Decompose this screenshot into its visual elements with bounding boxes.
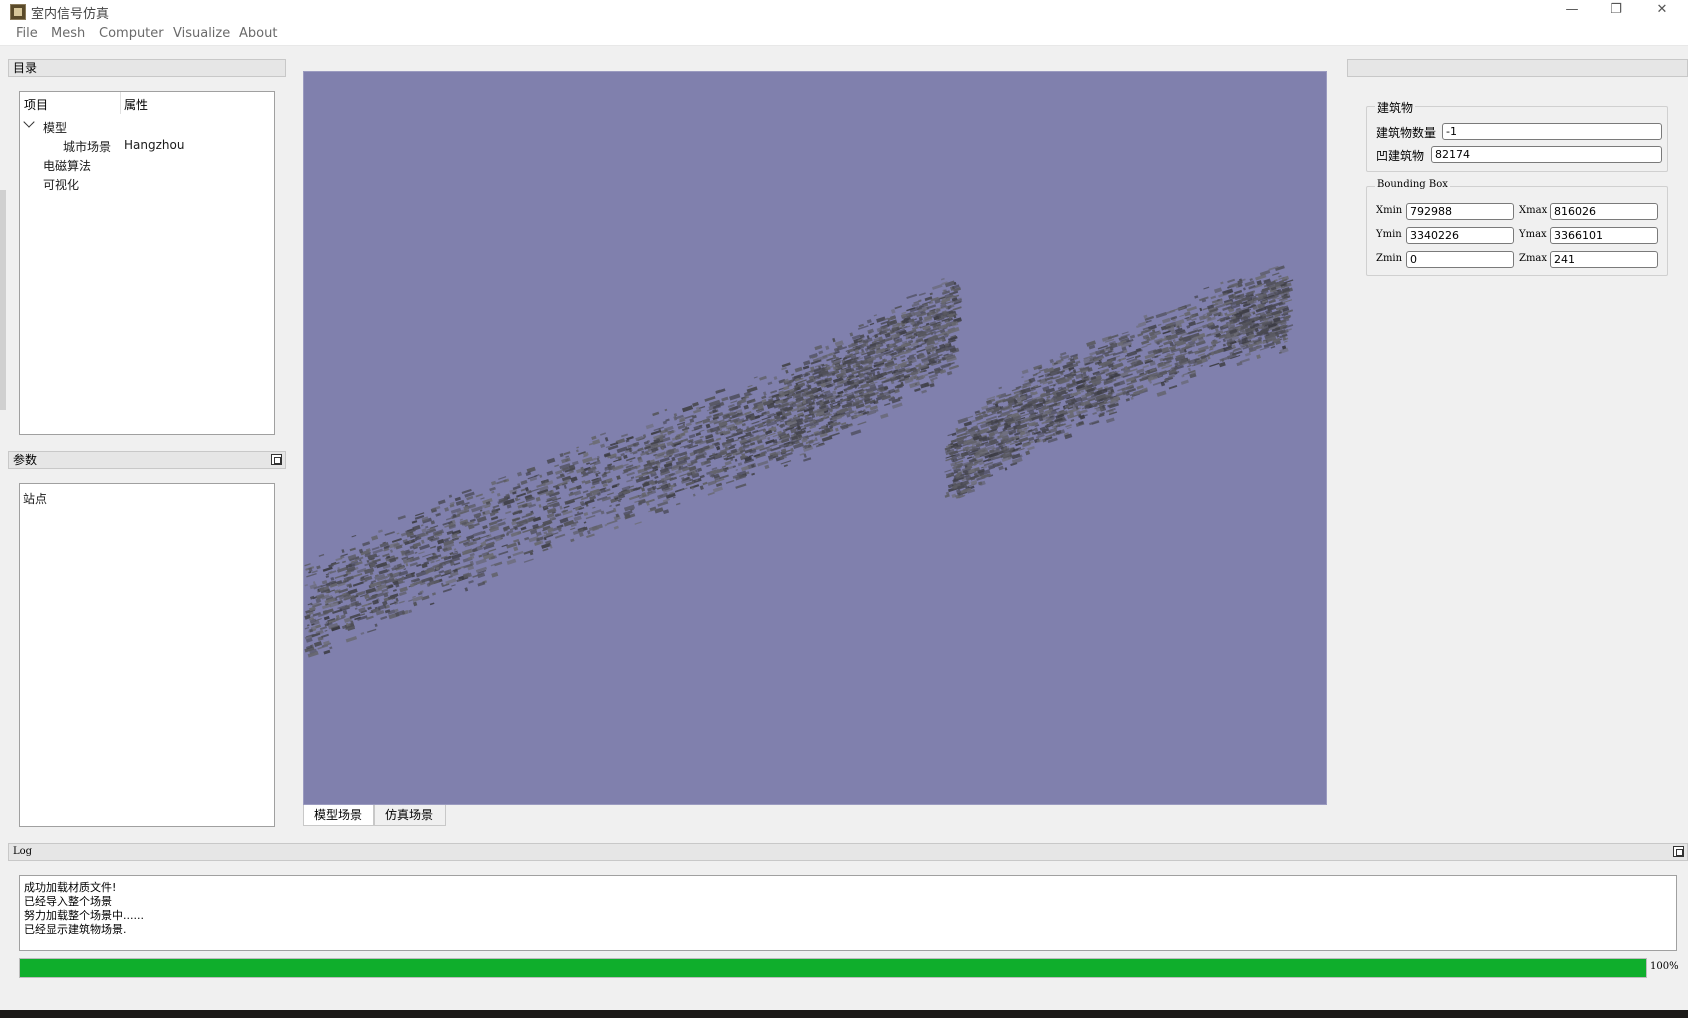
properties-dock-title[interactable] — [1347, 59, 1688, 77]
log-dock-title[interactable]: Log — [8, 843, 1688, 861]
params-panel[interactable]: 站点 — [19, 483, 275, 827]
param-item-station[interactable]: 站点 — [23, 490, 47, 507]
tree-item-visualization[interactable]: 可视化 — [43, 176, 79, 193]
tree-header-item[interactable]: 项目 — [24, 96, 48, 113]
menu-about[interactable]: About — [239, 26, 277, 41]
title-bar: 室内信号仿真 — ❐ ✕ — [0, 0, 1688, 22]
restore-button[interactable]: ❐ — [1594, 0, 1638, 22]
tree-item-city-scene-value: Hangzhou — [124, 138, 185, 152]
bounding-box-title: Bounding Box — [1375, 179, 1450, 190]
zmin-label: Zmin — [1376, 253, 1403, 264]
float-window-icon[interactable] — [271, 454, 282, 465]
progress-fill — [20, 959, 1646, 977]
zmax-field[interactable]: 241 — [1550, 251, 1658, 268]
building-group: 建筑物 建筑物数量 -1 凹建筑物 82174 — [1366, 99, 1668, 172]
xmax-label: Xmax — [1519, 205, 1548, 216]
building-group-title: 建筑物 — [1375, 99, 1416, 116]
xmin-label: Xmin — [1376, 205, 1403, 216]
menu-visualize[interactable]: Visualize — [173, 26, 230, 41]
chevron-down-icon[interactable] — [23, 116, 35, 128]
tab-simulation-scene[interactable]: 仿真场景 — [374, 805, 446, 826]
city-mesh-render — [304, 265, 1294, 658]
catalog-dock-title[interactable]: 目录 — [8, 59, 286, 77]
ymin-field[interactable]: 3340226 — [1406, 227, 1514, 244]
menu-computer[interactable]: Computer — [99, 26, 164, 41]
tree-item-city-scene[interactable]: 城市场景 — [63, 138, 111, 155]
building-count-label: 建筑物数量 — [1376, 126, 1437, 140]
minimize-button[interactable]: — — [1550, 0, 1594, 22]
menu-mesh[interactable]: Mesh — [51, 26, 85, 41]
catalog-tree[interactable]: 项目 属性 模型 城市场景 Hangzhou 电磁算法 可视化 — [19, 91, 275, 435]
zmax-label: Zmax — [1519, 253, 1548, 264]
params-title-text: 参数 — [13, 453, 38, 467]
window-title: 室内信号仿真 — [31, 7, 110, 22]
params-dock-title[interactable]: 参数 — [8, 451, 286, 469]
concave-building-label: 凹建筑物 — [1376, 149, 1425, 163]
tree-header-attr[interactable]: 属性 — [124, 96, 148, 113]
close-button[interactable]: ✕ — [1640, 0, 1684, 22]
zmin-field[interactable]: 0 — [1406, 251, 1514, 268]
menu-bar: File Mesh Computer Visualize About — [0, 22, 1688, 46]
tree-item-em-algorithm[interactable]: 电磁算法 — [43, 157, 91, 174]
log-line: 已经显示建筑物场景. — [24, 923, 127, 936]
left-scroll-strip — [0, 190, 6, 410]
taskbar-strip — [0, 1010, 1688, 1018]
xmax-field[interactable]: 816026 — [1550, 203, 1658, 220]
concave-building-field[interactable]: 82174 — [1431, 146, 1662, 163]
menu-file[interactable]: File — [16, 26, 38, 41]
xmin-field[interactable]: 792988 — [1406, 203, 1514, 220]
catalog-title-text: 目录 — [13, 61, 38, 75]
bounding-box-group: Bounding Box Xmin 792988 Xmax 816026 Ymi… — [1366, 179, 1668, 276]
progress-label: 100% — [1650, 961, 1679, 972]
ymin-label: Ymin — [1376, 229, 1402, 240]
3d-viewport[interactable] — [303, 71, 1327, 805]
building-mesh-group — [304, 265, 1294, 658]
app-icon — [10, 4, 26, 20]
header-divider — [120, 92, 121, 114]
ymax-field[interactable]: 3366101 — [1550, 227, 1658, 244]
log-line: 成功加载材质文件! — [24, 881, 117, 894]
building-count-field[interactable]: -1 — [1442, 123, 1662, 140]
progress-bar — [19, 958, 1647, 978]
log-title-text: Log — [13, 846, 33, 857]
log-line: 努力加载整个场景中...... — [24, 909, 144, 922]
ymax-label: Ymax — [1519, 229, 1547, 240]
log-output[interactable]: 成功加载材质文件! 已经导入整个场景 努力加载整个场景中...... 已经显示建… — [19, 875, 1677, 951]
log-line: 已经导入整个场景 — [24, 895, 112, 908]
tree-item-model[interactable]: 模型 — [43, 119, 67, 136]
float-window-icon[interactable] — [1673, 846, 1684, 857]
tab-model-scene[interactable]: 模型场景 — [303, 805, 374, 826]
